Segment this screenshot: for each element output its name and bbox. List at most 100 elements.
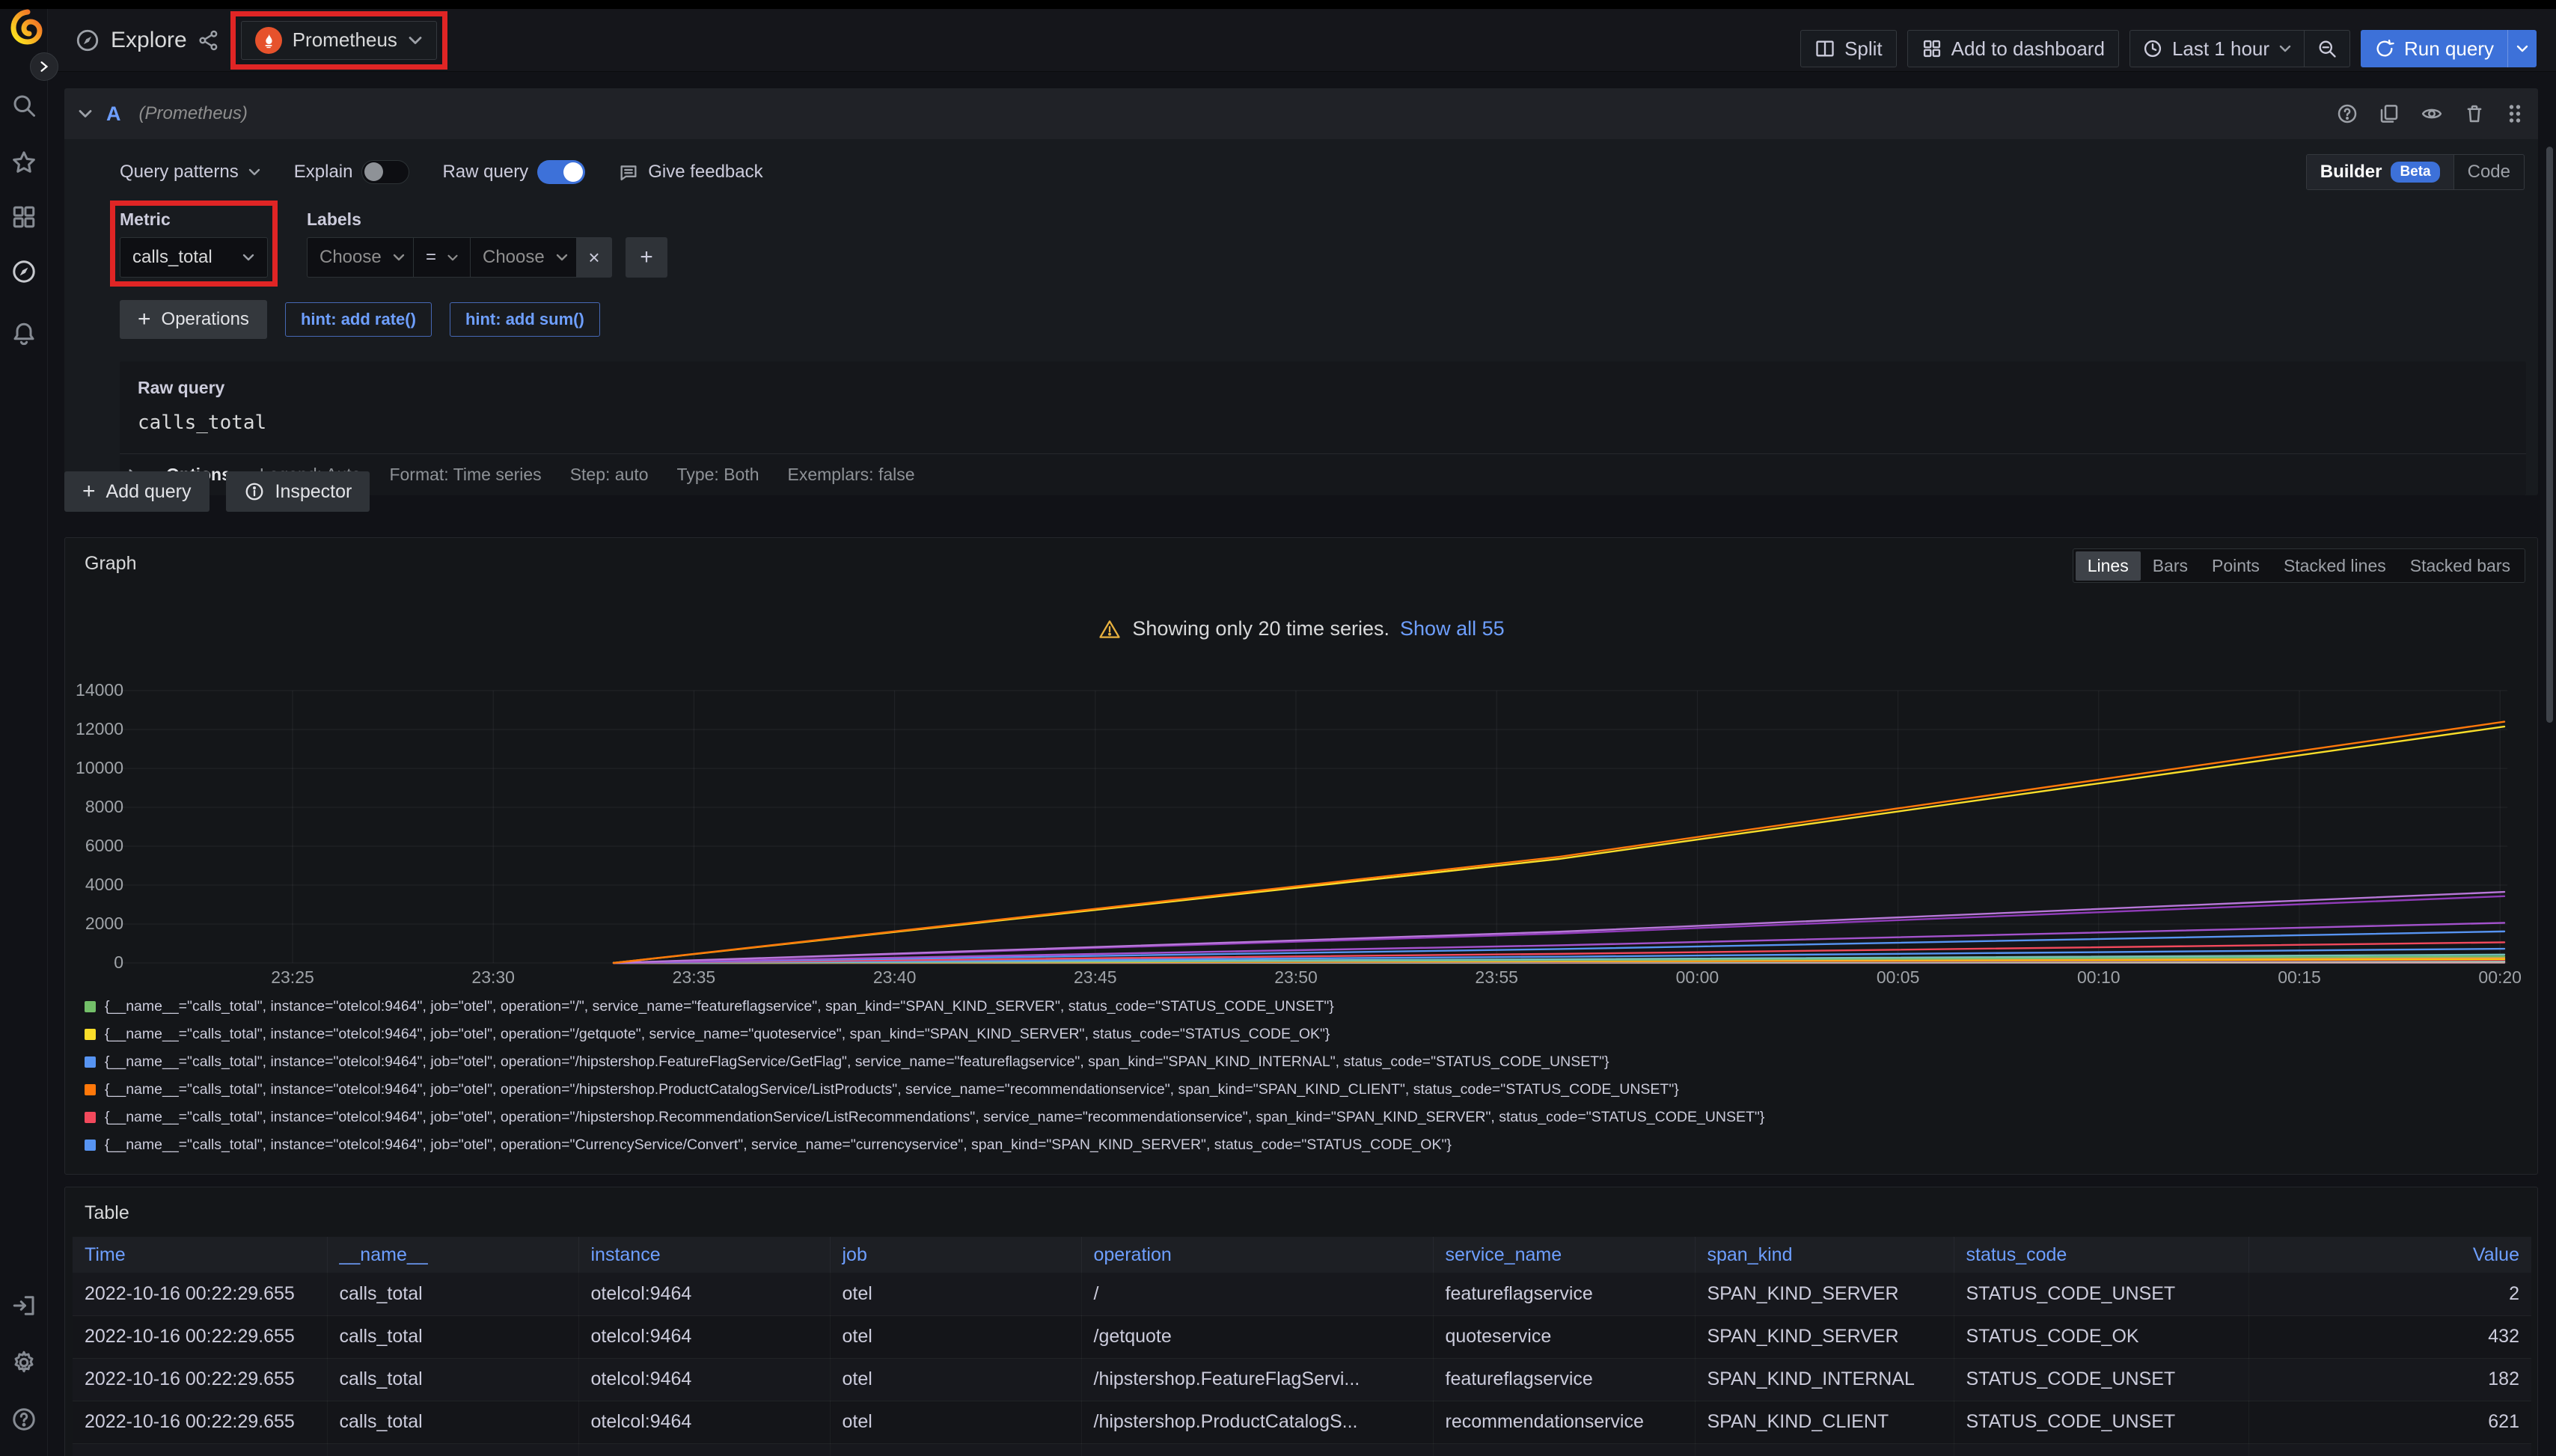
query-hint-button[interactable]: hint: add sum() — [450, 302, 600, 337]
table-cell: STATUS_CODE_UNSET — [1954, 1358, 2248, 1401]
legend-color-marker — [85, 1084, 96, 1095]
show-all-series-link[interactable]: Show all 55 — [1400, 617, 1505, 640]
column-header-Time[interactable]: Time — [73, 1237, 327, 1273]
share-icon[interactable] — [198, 29, 220, 52]
top-strip — [0, 0, 2556, 9]
table-cell: featureflagservice — [1433, 1273, 1695, 1315]
table-cell: /hipstershop.FeatureFlagServi... — [1081, 1358, 1433, 1401]
explore-icon[interactable] — [10, 257, 38, 286]
settings-gear-icon[interactable] — [10, 1348, 38, 1377]
legend-color-marker — [85, 1056, 96, 1068]
legend-item[interactable]: {__name__="calls_total", instance="otelc… — [85, 1048, 2518, 1076]
chevron-down-icon — [2516, 44, 2529, 53]
graph-mode-stacked-lines[interactable]: Stacked lines — [2272, 551, 2398, 581]
hide-query-eye-icon[interactable] — [2420, 103, 2444, 125]
add-query-button[interactable]: + Add query — [64, 471, 210, 512]
column-header-statuscode[interactable]: status_code — [1954, 1237, 2248, 1273]
collapse-chevron-icon[interactable] — [78, 108, 93, 119]
timeseries-chart[interactable] — [113, 674, 2515, 981]
legend-item[interactable]: {__name__="calls_total", instance="otelc… — [85, 1131, 2518, 1159]
query-option-item: Exemplars: false — [788, 465, 915, 485]
legend-item[interactable]: {__name__="calls_total", instance="otelc… — [85, 1021, 2518, 1048]
query-row-header[interactable]: A (Prometheus) — [64, 88, 2538, 139]
column-header-instance[interactable]: instance — [578, 1237, 830, 1273]
inspector-button[interactable]: Inspector — [226, 471, 370, 512]
graph-mode-points[interactable]: Points — [2200, 551, 2272, 581]
table-cell: SPAN_KIND_SERVER — [1695, 1315, 1954, 1358]
drag-handle-icon[interactable] — [2505, 103, 2525, 125]
explore-compass-icon — [75, 28, 100, 53]
query-hint-button[interactable]: hint: add rate() — [285, 302, 432, 337]
graph-mode-lines[interactable]: Lines — [2076, 551, 2141, 581]
give-feedback-link[interactable]: Give feedback — [618, 162, 762, 183]
graph-mode-stacked-bars[interactable]: Stacked bars — [2398, 551, 2522, 581]
column-header-job[interactable]: job — [830, 1237, 1081, 1273]
datasource-picker[interactable]: Prometheus — [241, 21, 437, 60]
add-label-filter-button[interactable]: + — [626, 237, 667, 278]
legend-item[interactable]: {__name__="calls_total", instance="otelc… — [85, 1076, 2518, 1104]
page-scrollbar[interactable] — [2546, 72, 2555, 1456]
scrollbar-thumb[interactable] — [2546, 147, 2553, 723]
table-row[interactable]: 2022-10-16 00:22:29.655calls_totalotelco… — [73, 1443, 2531, 1456]
table-cell: 2022-10-16 00:22:29.655 — [73, 1358, 327, 1401]
graph-mode-bars[interactable]: Bars — [2141, 551, 2200, 581]
raw-query-preview: Raw query calls_total — [120, 361, 2526, 453]
zoom-out-button[interactable] — [2304, 31, 2349, 67]
legend-color-marker — [85, 1140, 96, 1151]
table-row[interactable]: 2022-10-16 00:22:29.655calls_totalotelco… — [73, 1273, 2531, 1315]
query-help-icon[interactable] — [2336, 103, 2358, 125]
explain-toggle[interactable] — [361, 160, 409, 184]
column-header-servicename[interactable]: service_name — [1433, 1237, 1695, 1273]
run-query-options-caret[interactable] — [2507, 30, 2537, 67]
table-cell: STATUS_CODE_OK — [1954, 1315, 2248, 1358]
legend-color-marker — [85, 1001, 96, 1012]
add-to-dashboard-button[interactable]: Add to dashboard — [1907, 30, 2119, 67]
column-header-spankind[interactable]: span_kind — [1695, 1237, 1954, 1273]
table-cell: 2022-10-16 00:22:29.655 — [73, 1443, 327, 1456]
raw-query-label: Raw query — [442, 162, 528, 183]
help-icon[interactable] — [10, 1405, 38, 1434]
graph-panel: Graph LinesBarsPointsStacked linesStacke… — [64, 537, 2538, 1175]
duplicate-query-icon[interactable] — [2378, 103, 2400, 125]
delete-query-trash-icon[interactable] — [2463, 103, 2486, 125]
metric-value: calls_total — [132, 247, 213, 268]
code-mode-button[interactable]: Code — [2453, 155, 2524, 189]
dashboards-icon[interactable] — [10, 203, 38, 231]
table-cell: SPAN_KIND_SERVER — [1695, 1443, 1954, 1456]
legend-item[interactable]: {__name__="calls_total", instance="otelc… — [85, 993, 2518, 1021]
column-header-name[interactable]: __name__ — [327, 1237, 578, 1273]
table-cell: STATUS_CODE_UNSET — [1954, 1273, 2248, 1315]
column-header-Value[interactable]: Value — [2248, 1237, 2531, 1273]
grafana-logo[interactable] — [9, 7, 45, 46]
starred-icon[interactable] — [10, 148, 38, 177]
search-icon[interactable] — [10, 91, 38, 120]
raw-query-toggle[interactable] — [537, 160, 585, 184]
graph-mode-switcher: LinesBarsPointsStacked linesStacked bars — [2073, 548, 2525, 583]
label-operator-select[interactable]: = — [413, 237, 470, 278]
split-button[interactable]: Split — [1800, 30, 1897, 67]
query-options-collapsed[interactable]: Options Legend: AutoFormat: Time seriesS… — [120, 453, 2526, 495]
table-row[interactable]: 2022-10-16 00:22:29.655calls_totalotelco… — [73, 1401, 2531, 1443]
sign-in-icon[interactable] — [10, 1291, 38, 1320]
query-datasource-hint: (Prometheus) — [139, 103, 248, 124]
label-key-select[interactable]: Choose — [307, 237, 413, 278]
metric-label: Metric — [120, 209, 268, 230]
remove-label-filter-button[interactable]: × — [576, 237, 612, 278]
column-header-operation[interactable]: operation — [1081, 1237, 1433, 1273]
table-cell: otel — [830, 1443, 1081, 1456]
time-range-picker[interactable]: Last 1 hour — [2130, 31, 2304, 67]
metric-select[interactable]: calls_total — [120, 237, 268, 278]
run-query-button[interactable]: Run query — [2361, 30, 2537, 67]
add-operation-button[interactable]: + Operations — [120, 300, 267, 339]
sidebar-expand-button[interactable] — [30, 52, 58, 81]
legend-item[interactable]: {__name__="calls_total", instance="otelc… — [85, 1104, 2518, 1131]
editor-mode-switch: Builder Beta Code — [2306, 154, 2525, 190]
label-value-select[interactable]: Choose — [470, 237, 576, 278]
builder-mode-button[interactable]: Builder Beta — [2307, 155, 2453, 189]
table-row[interactable]: 2022-10-16 00:22:29.655calls_totalotelco… — [73, 1358, 2531, 1401]
alerting-bell-icon[interactable] — [10, 319, 38, 348]
table-cell: otel — [830, 1315, 1081, 1358]
query-patterns-dropdown[interactable]: Query patterns — [120, 162, 261, 183]
table-row[interactable]: 2022-10-16 00:22:29.655calls_totalotelco… — [73, 1315, 2531, 1358]
chevron-down-icon — [248, 168, 261, 177]
